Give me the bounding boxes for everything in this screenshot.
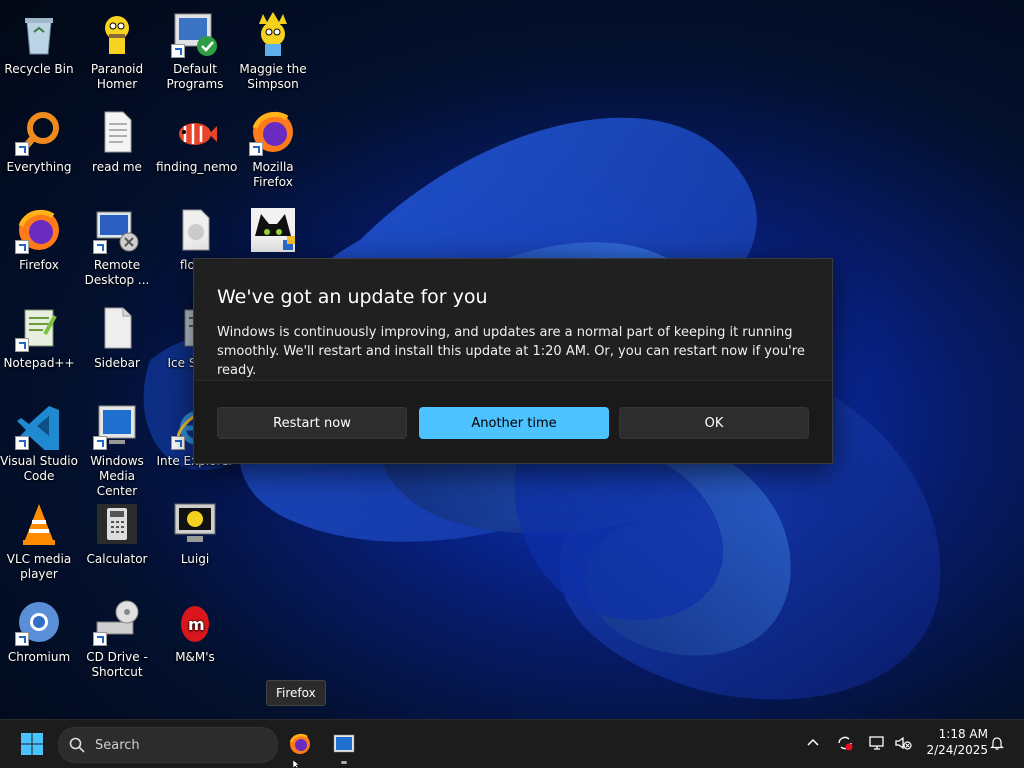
mm-candy-icon: m: [171, 598, 219, 646]
clock-date: 2/24/2025: [926, 743, 988, 757]
start-button[interactable]: [14, 728, 50, 760]
maggie-icon: [249, 10, 297, 58]
desktop-icon-notepadpp[interactable]: Notepad++: [0, 298, 78, 371]
update-dialog: We've got an update for you Windows is c…: [193, 258, 833, 464]
firefox-icon: [289, 733, 310, 754]
search-input[interactable]: [93, 736, 257, 754]
taskbar-clock[interactable]: 1:18 AM 2/24/2025: [920, 726, 988, 758]
recycle-bin-icon: [15, 10, 63, 58]
ok-button[interactable]: OK: [619, 407, 809, 439]
show-hidden-icons-button[interactable]: [802, 732, 824, 754]
taskbar: 1:18 AM 2/24/2025: [0, 719, 1024, 768]
notifications-button[interactable]: [986, 732, 1008, 754]
restart-now-button[interactable]: Restart now: [217, 407, 407, 439]
desktop-icon-vscode[interactable]: Visual Studio Code: [0, 396, 78, 484]
desktop-icon-chromium[interactable]: Chromium: [0, 592, 78, 665]
luigi-monitor-icon: [171, 500, 219, 548]
desktop-icon-everything[interactable]: Everything: [0, 102, 78, 175]
desktop-icon-cd-drive[interactable]: CD Drive - Shortcut: [78, 592, 156, 680]
nemo-fish-icon: [171, 108, 219, 156]
desktop-icon-calculator[interactable]: Calculator: [78, 494, 156, 567]
desktop-icon-mms[interactable]: m M&M's: [156, 592, 234, 665]
floppy-file-icon: [171, 206, 219, 254]
bell-icon: [990, 737, 1004, 750]
taskbar-app-firefox[interactable]: [282, 728, 318, 760]
taskbar-app-media-center[interactable]: [326, 728, 362, 764]
running-indicator: [341, 761, 347, 764]
tray-network[interactable]: [866, 732, 888, 754]
desktop-icon-paranoid-homer[interactable]: Paranoid Homer: [78, 4, 156, 92]
desktop-icon-finding-nemo[interactable]: finding_nemo: [156, 102, 237, 175]
volume-muted-icon: [895, 736, 912, 750]
text-document-icon: [93, 108, 141, 156]
desktop-icon-read-me[interactable]: read me: [78, 102, 156, 175]
notepadpp-icon: [15, 304, 63, 352]
chevron-up-icon: [807, 738, 819, 746]
calculator-icon: [93, 500, 141, 548]
network-icon: [869, 736, 884, 750]
desktop-icon-default-programs[interactable]: Default Programs: [156, 4, 234, 92]
firefox-icon: [15, 206, 63, 254]
homer-icon: [93, 10, 141, 58]
vscode-icon: [15, 402, 63, 450]
remote-desktop-icon: [93, 206, 141, 254]
dialog-title: We've got an update for you: [217, 286, 488, 308]
taskbar-tooltip: Firefox: [266, 680, 326, 706]
search-icon: [69, 737, 85, 753]
desktop-icon-recycle-bin[interactable]: Recycle Bin: [0, 4, 78, 77]
clock-time: 1:18 AM: [938, 727, 988, 741]
chromium-icon: [15, 598, 63, 646]
desktop-icon-windows-media-center[interactable]: Windows Media Center: [78, 396, 156, 499]
tray-volume[interactable]: [892, 732, 914, 754]
media-center-icon: [333, 734, 355, 753]
tray-sync-status[interactable]: [834, 732, 856, 754]
svg-text:m: m: [188, 615, 205, 634]
default-programs-icon: [171, 10, 219, 58]
document-icon: [93, 304, 141, 352]
desktop-icon-firefox[interactable]: Firefox: [0, 200, 78, 273]
another-time-button[interactable]: Another time: [419, 407, 609, 439]
desktop-icon-maggie[interactable]: Maggie the Simpson: [234, 4, 312, 92]
desktop-icon-vlc[interactable]: VLC media player: [0, 494, 78, 582]
desktop-icon-remote-desktop[interactable]: Remote Desktop ...: [78, 200, 156, 288]
media-center-icon: [93, 402, 141, 450]
vlc-icon: [15, 500, 63, 548]
windows-logo-icon: [21, 733, 43, 755]
desktop-icon-sidebar[interactable]: Sidebar: [78, 298, 156, 371]
taskbar-search[interactable]: [58, 727, 278, 763]
dialog-message: Windows is continuously improving, and u…: [217, 325, 805, 378]
desktop-icon-mozilla-firefox[interactable]: Mozilla Firefox: [234, 102, 312, 190]
cd-drive-icon: [93, 598, 141, 646]
cat-image-icon: [249, 206, 297, 254]
everything-search-icon: [15, 108, 63, 156]
desktop-icon-cat-image[interactable]: [234, 200, 312, 258]
firefox-icon: [249, 108, 297, 156]
desktop-icon-luigi[interactable]: Luigi: [156, 494, 234, 567]
sync-error-icon: [838, 736, 853, 751]
mouse-pointer-icon: [293, 760, 300, 768]
